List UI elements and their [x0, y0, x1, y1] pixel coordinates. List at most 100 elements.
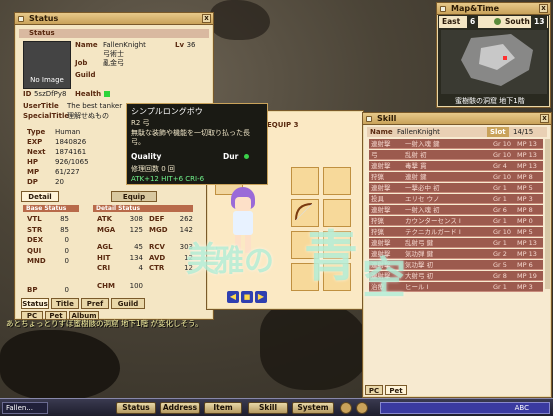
skill-header: Name FallenKnight Slot 14/15	[367, 127, 547, 137]
skill-window-titlebar[interactable]: Skill x	[363, 113, 551, 125]
tab-pref[interactable]: Pref	[81, 298, 109, 309]
type-value: Human	[55, 128, 81, 136]
skill-grade: Gr 1	[493, 184, 507, 192]
skill-grade: Gr 2	[493, 250, 507, 258]
skill-mp: MP 3	[517, 283, 533, 291]
base-status-list: VTL 85 STR 85 DEX 0 QUI 0 MND 0 BP 0	[27, 214, 77, 295]
skill-name: カウンターセンス I	[405, 217, 461, 225]
equip-slot[interactable]	[291, 167, 319, 195]
item-button[interactable]: Item	[204, 402, 242, 414]
address-button[interactable]: Address	[160, 402, 200, 414]
skill-row[interactable]: 狩猟 連射 鍵 Gr 10 MP 8	[369, 172, 543, 182]
system-button[interactable]: System	[292, 402, 334, 414]
stat-name: DEX	[27, 236, 43, 244]
tab-detail[interactable]: Detail	[21, 191, 59, 202]
stat-value: 0	[64, 236, 69, 244]
skill-grade: Gr 4	[493, 162, 507, 170]
skill-scrollbar[interactable]	[545, 139, 550, 289]
skill-tab-pc[interactable]: PC	[365, 385, 383, 395]
status-window-title: Status	[29, 14, 59, 23]
close-icon[interactable]: x	[539, 4, 548, 13]
skill-name: 乱射弓 鍵	[405, 239, 434, 247]
stat-value: 0	[64, 285, 69, 294]
ime-mode: ABC	[514, 404, 529, 412]
status-button[interactable]: Status	[116, 402, 156, 414]
status-window-titlebar[interactable]: Status x	[15, 13, 213, 25]
tab-title[interactable]: Title	[51, 298, 79, 309]
skill-mp: MP 3	[517, 195, 533, 203]
watermark-char-3: 青	[304, 224, 358, 288]
skill-row[interactable]: 投具 エリセ ウノ Gr 1 MP 3	[369, 194, 543, 204]
close-icon[interactable]: x	[202, 14, 211, 23]
base-stat-row: VTL 85	[27, 214, 77, 225]
level-value: 36	[186, 41, 196, 49]
skill-row[interactable]: 連射撃 一射入魂 鍵 Gr 10 MP 13	[369, 139, 543, 149]
skill-mp: MP 13	[517, 140, 537, 148]
tab-status[interactable]: Status	[21, 298, 49, 309]
stat-name: STR	[27, 225, 43, 234]
id-label: ID	[23, 90, 32, 98]
stat-name: HIT	[97, 253, 111, 262]
skill-row[interactable]: 連射撃 毒撃 貫 Gr 4 MP 13	[369, 161, 543, 171]
skill-grade: Gr 1	[493, 217, 507, 225]
equip-tab-label[interactable]: EQUIP 3	[267, 121, 298, 129]
tab-equip[interactable]: Equip	[111, 191, 157, 202]
hp-value: 926/1065	[55, 158, 89, 166]
rotate-right-button[interactable]: ▶	[255, 291, 267, 303]
gear-icon[interactable]	[340, 402, 352, 414]
detail-stat-row: MGA 125 MGD 142	[97, 225, 197, 236]
map-window: Map&Time x East 6 South 13 蜜樹骸の洞窟 地下1階	[436, 2, 551, 108]
name-label: Name	[75, 41, 98, 49]
map-window-titlebar[interactable]: Map&Time x	[437, 3, 550, 15]
stat-name: AGL	[97, 243, 113, 251]
stat-name: CTR	[149, 264, 165, 272]
job-class: 弓術士	[103, 50, 124, 58]
guild-label: Guild	[75, 71, 96, 79]
stat-name: RCV	[149, 243, 165, 251]
job-value: 亂金弓	[103, 59, 124, 67]
skill-button[interactable]: Skill	[248, 402, 288, 414]
stat-value: 308	[129, 215, 143, 223]
skill-window-title: Skill	[377, 114, 397, 123]
tooltip-description: 無駄な装飾や機能を一切取り払った長弓。	[131, 129, 250, 146]
tab-guild[interactable]: Guild	[111, 298, 145, 309]
coord-south-label: South	[505, 17, 530, 26]
dp-label: DP	[27, 178, 38, 186]
skill-category: 連射撃	[371, 206, 391, 214]
exp-value: 1840826	[55, 138, 87, 146]
equip-slot[interactable]	[323, 167, 351, 195]
skill-grade: Gr 10	[493, 140, 512, 148]
detail-stat-row: CHM 100	[97, 281, 197, 292]
tooltip-stats: ATK+12 HIT+6 CRI-6	[131, 175, 205, 183]
job-label: Job	[75, 59, 88, 67]
rotate-left-button[interactable]: ◀	[227, 291, 239, 303]
slot-label: Slot	[487, 127, 509, 137]
slot-value: 14/15	[513, 128, 534, 136]
minimap[interactable]	[441, 30, 547, 94]
skill-row[interactable]: 連射撃 一射入魂 初 Gr 6 MP 8	[369, 205, 543, 215]
menu-icon[interactable]	[356, 402, 368, 414]
watermark-char-2: 雅の	[214, 244, 274, 279]
ime-bar[interactable]: ABC	[380, 402, 550, 414]
skill-tab-pet[interactable]: Pet 1	[385, 385, 407, 405]
hp-label: HP	[27, 158, 38, 166]
skill-row[interactable]: 連射撃 一撃必中 初 Gr 1 MP 5	[369, 183, 543, 193]
mp-value: 61/227	[55, 168, 80, 176]
skill-mp: MP 19	[517, 272, 537, 280]
base-stat-row: BP 0	[27, 285, 77, 296]
stat-value: 4	[138, 264, 143, 272]
skill-category: 狩猟	[371, 228, 384, 236]
chat-input[interactable]: Fallen...	[2, 402, 48, 414]
window-icon	[18, 16, 24, 22]
stop-button[interactable]: ■	[241, 291, 253, 303]
status-section-header: Status	[19, 29, 209, 38]
coord-east-label: East	[442, 17, 461, 26]
close-icon[interactable]: x	[540, 114, 549, 123]
character-name: FallenKnight	[103, 41, 146, 49]
skill-row[interactable]: 弓 乱射 初 Gr 10 MP 13	[369, 150, 543, 160]
skill-row[interactable]: 狩猟 テクニカルガード I Gr 10 MP 5	[369, 227, 543, 237]
skill-character-name: FallenKnight	[397, 128, 440, 136]
stat-name: ATK	[97, 215, 113, 223]
skill-row[interactable]: 狩猟 カウンターセンス I Gr 1 MP 0	[369, 216, 543, 226]
skill-mp: MP 13	[517, 250, 537, 258]
